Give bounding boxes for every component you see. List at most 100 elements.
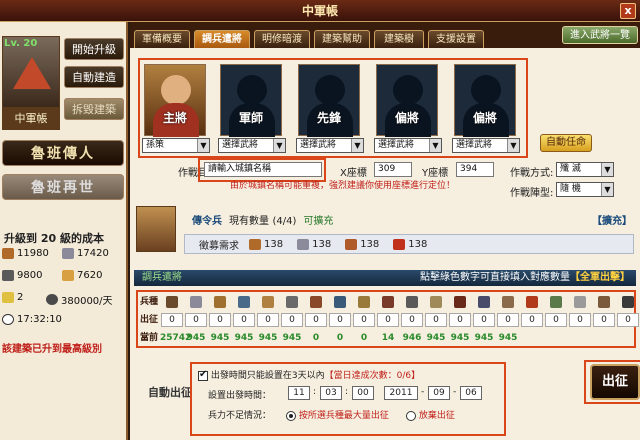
window-title-bar: 中軍帳 x	[0, 0, 640, 22]
troop-out-input[interactable]: 0	[545, 313, 567, 327]
troop-current-count[interactable]: 945	[448, 330, 472, 346]
resource-wood: 11980	[2, 248, 49, 259]
troop-current-count[interactable]	[592, 330, 616, 346]
troop-current-count[interactable]: 945	[424, 330, 448, 346]
food-icon	[62, 270, 74, 281]
upgrade-cost-title: 升級到 20 級的成本	[4, 232, 104, 245]
auto-build-button[interactable]: 自動建造	[64, 66, 124, 88]
troop-current-count[interactable]: 945	[472, 330, 496, 346]
troop-out-input[interactable]: 0	[233, 313, 255, 327]
day-input[interactable]: 06	[460, 386, 482, 400]
tab-deploy[interactable]: 調兵遣將	[194, 30, 250, 48]
radio-icon[interactable]	[286, 410, 296, 421]
shortage-option-abort[interactable]: 放棄出征	[406, 408, 455, 421]
troop-type-icon	[328, 294, 352, 310]
silhouette-icon	[393, 75, 423, 105]
reborn-button[interactable]: 魯班再世	[2, 174, 124, 200]
troop-out-input[interactable]: 0	[305, 313, 327, 327]
troop-out-input[interactable]: 0	[569, 313, 591, 327]
expand-link[interactable]: 【擴充】	[592, 212, 632, 227]
auto-march-checkbox[interactable]	[198, 369, 208, 381]
upgrade-button[interactable]: 開始升級	[64, 38, 124, 60]
troop-current-count[interactable]: 14	[376, 330, 400, 346]
troop-current-count[interactable]: 0	[304, 330, 328, 346]
troop-current-count[interactable]: 946	[400, 330, 424, 346]
troop-current-count[interactable]	[616, 330, 640, 346]
troop-current-count[interactable]: 945	[280, 330, 304, 346]
tab-building-help[interactable]: 建築幫助	[314, 30, 370, 48]
slot-general[interactable]: 主將	[144, 64, 206, 137]
troop-out-input[interactable]: 0	[593, 313, 615, 327]
troop-out-input[interactable]: 0	[521, 313, 543, 327]
chevron-down-icon: ▼	[429, 139, 441, 152]
troop-current-count[interactable]	[544, 330, 568, 346]
troop-current-count[interactable]: 945	[208, 330, 232, 346]
general-list-button[interactable]: 進入武將一覽	[562, 26, 638, 44]
gold-icon	[2, 292, 14, 303]
troop-current-count[interactable]: 945	[232, 330, 256, 346]
troop-out-row: 出征 00000000000000000000	[140, 312, 640, 328]
shortage-option-max[interactable]: 按所選兵種最大量出征	[286, 408, 389, 421]
tab-overview[interactable]: 軍備概要	[134, 30, 190, 48]
month-input[interactable]: 09	[428, 386, 450, 400]
left-panel: Lv. 20 中軍帳 開始升級 自動建造 拆毀建築 魯班傳人 魯班再世 升級到 …	[0, 22, 128, 440]
troop-out-input[interactable]: 0	[209, 313, 231, 327]
slot-lieutenant-2[interactable]: 偏將	[454, 64, 516, 137]
troop-current-row: 當前 25742 945 945 945 945 945 0 0 0 14 946 945 945 945…	[140, 330, 640, 346]
demolish-button[interactable]: 拆毀建築	[64, 98, 124, 120]
y-coord-input[interactable]: 394	[456, 162, 494, 177]
iron-icon	[2, 270, 14, 281]
troop-current-count[interactable]: 0	[328, 330, 352, 346]
auto-assign-button[interactable]: 自動任命	[540, 134, 592, 152]
troop-out-input[interactable]: 0	[473, 313, 495, 327]
troop-out-input[interactable]: 0	[185, 313, 207, 327]
close-button[interactable]: x	[620, 3, 636, 19]
silhouette-icon	[471, 75, 501, 105]
lieutenant-2-select[interactable]: 選擇武將 ▼	[452, 138, 520, 153]
lieutenant-1-select[interactable]: 選擇武將 ▼	[374, 138, 442, 153]
troop-current-count[interactable]: 945	[496, 330, 520, 346]
strategist-select[interactable]: 選擇武將 ▼	[218, 138, 286, 153]
attack-mode-select[interactable]: 殲 滅 ▼	[556, 162, 614, 177]
troop-current-count[interactable]: 25742	[160, 330, 191, 346]
formation-select[interactable]: 隨 機 ▼	[556, 182, 614, 197]
all-out-link[interactable]: 【全軍出擊】	[570, 272, 630, 283]
troop-out-input[interactable]: 0	[257, 313, 279, 327]
troop-out-input[interactable]: 0	[401, 313, 423, 327]
troop-out-input[interactable]: 0	[377, 313, 399, 327]
target-town-input[interactable]: 請輸入城鎮名稱	[204, 162, 322, 177]
troop-current-count[interactable]	[520, 330, 544, 346]
troop-out-input[interactable]: 0	[161, 313, 183, 327]
radio-icon[interactable]	[406, 410, 416, 421]
slot-lieutenant-1[interactable]: 偏將	[376, 64, 438, 137]
tab-stealth[interactable]: 明修暗渡	[254, 30, 310, 48]
troop-current-count[interactable]: 945	[256, 330, 280, 346]
slot-strategist[interactable]: 軍師	[220, 64, 282, 137]
troop-type-icon	[568, 294, 592, 310]
troop-type-icon	[256, 294, 280, 310]
march-button[interactable]: 出征	[590, 364, 640, 400]
troop-out-input[interactable]: 0	[353, 313, 375, 327]
wood-icon	[249, 238, 261, 250]
legend-button[interactable]: 魯班傳人	[2, 140, 124, 166]
troop-current-count[interactable]: 0	[352, 330, 376, 346]
troop-out-input[interactable]: 0	[617, 313, 639, 327]
troop-current-count[interactable]	[568, 330, 592, 346]
hour-input[interactable]: 11	[288, 386, 310, 400]
year-input[interactable]: 2011	[384, 386, 418, 400]
second-input[interactable]: 00	[352, 386, 374, 400]
troop-out-input[interactable]: 0	[497, 313, 519, 327]
troop-type-row: 兵種	[140, 294, 640, 310]
vanguard-select[interactable]: 選擇武將 ▼	[296, 138, 364, 153]
troop-out-input[interactable]: 0	[329, 313, 351, 327]
general-select[interactable]: 孫策 ▼	[142, 138, 210, 153]
tab-building-tree[interactable]: 建築樹	[374, 30, 424, 48]
slot-vanguard[interactable]: 先鋒	[298, 64, 360, 137]
minute-input[interactable]: 03	[320, 386, 342, 400]
tab-support[interactable]: 支援設置	[428, 30, 484, 48]
troop-current-count[interactable]: 945	[184, 330, 208, 346]
troop-out-input[interactable]: 0	[281, 313, 303, 327]
troop-out-input[interactable]: 0	[449, 313, 471, 327]
x-coord-input[interactable]: 309	[374, 162, 412, 177]
troop-out-input[interactable]: 0	[425, 313, 447, 327]
